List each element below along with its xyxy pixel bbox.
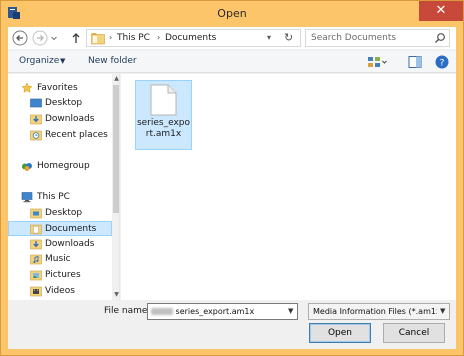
file-name-value: series_export.am1x (151, 307, 254, 316)
sidebar-item-label: Favorites (37, 83, 78, 93)
title-bar[interactable]: Open ✕ (1, 1, 463, 27)
downloads-icon (30, 114, 42, 125)
scrollbar-thumb[interactable] (113, 85, 119, 213)
sidebar-item-this-pc-downloads[interactable]: Downloads (8, 237, 112, 252)
desktop-icon (30, 98, 42, 108)
open-button[interactable]: Open (309, 323, 371, 343)
sidebar-item-music[interactable]: Music (8, 252, 112, 267)
file-type-select[interactable]: Media Information Files (*.am1x) ▼ (308, 303, 450, 320)
dialog-footer: File name: series_export.am1x ▼ Media In… (8, 301, 456, 349)
file-type-value: Media Information Files (*.am1x) (313, 307, 437, 316)
file-name-line-2: rt.am1x (145, 129, 182, 139)
svg-text:?: ? (440, 59, 445, 69)
chevron-down-icon[interactable]: ▼ (288, 307, 293, 315)
scroll-down-icon[interactable]: ▼ (112, 290, 119, 300)
breadcrumb-this-pc[interactable]: This PC (117, 33, 150, 43)
command-bar: Organize ▼ New folder ? (8, 51, 456, 73)
navigation-pane: Favorites Desktop Downloads Recent place… (8, 74, 120, 300)
recent-locations-chevron-icon[interactable] (50, 30, 58, 46)
sidebar-item-label: This PC (37, 192, 70, 202)
chevron-down-icon[interactable]: ▼ (60, 57, 65, 65)
new-folder-button[interactable]: New folder (88, 56, 137, 66)
refresh-icon[interactable]: ↻ (284, 31, 293, 44)
downloads-icon (30, 239, 42, 250)
arrow-left-icon[interactable] (12, 30, 28, 46)
close-button[interactable]: ✕ (419, 1, 463, 21)
view-options-icon[interactable] (366, 54, 388, 70)
file-name: series_expo rt.am1x (136, 118, 191, 140)
preview-pane-icon[interactable] (407, 54, 423, 70)
computer-icon (21, 192, 33, 203)
sidebar-item-label: Desktop (45, 208, 83, 218)
file-item[interactable]: series_expo rt.am1x (135, 80, 192, 150)
sidebar-item-favorites[interactable]: Favorites (8, 81, 112, 96)
cancel-button[interactable]: Cancel (383, 323, 445, 343)
sidebar-item-label: Recent places (45, 130, 108, 140)
sidebar-item-this-pc[interactable]: This PC (8, 190, 112, 205)
sidebar-item-documents[interactable]: Documents (8, 221, 112, 236)
sidebar-item-label: Documents (45, 224, 97, 234)
desktop-icon (30, 208, 42, 219)
sidebar-item-this-pc-desktop[interactable]: Desktop (8, 206, 112, 221)
recent-places-icon (30, 130, 42, 141)
sidebar-item-label: Pictures (45, 270, 81, 280)
sidebar-item-downloads[interactable]: Downloads (8, 112, 112, 127)
documents-icon (30, 224, 42, 235)
sidebar-item-label: Downloads (45, 114, 95, 124)
search-input[interactable]: Search Documents (311, 33, 396, 43)
address-bar[interactable]: › This PC › Documents ▾ ↻ (86, 29, 301, 47)
pictures-icon (30, 270, 42, 281)
chevron-down-icon[interactable]: ▾ (267, 33, 271, 42)
sidebar-item-homegroup[interactable]: Homegroup (8, 159, 112, 174)
videos-icon (30, 286, 42, 297)
sidebar-item-desktop[interactable]: Desktop (8, 96, 112, 111)
organize-button[interactable]: Organize (19, 56, 59, 66)
sidebar-item-label: Homegroup (37, 161, 90, 171)
chevron-down-icon[interactable]: ▼ (440, 307, 445, 315)
sidebar-item-label: Downloads (45, 239, 95, 249)
file-icon (150, 84, 177, 116)
file-name-text: series_export.am1x (175, 307, 255, 316)
open-dialog: Open ✕ › This PC › Documents ▾ ↻ Search … (0, 0, 464, 356)
scroll-up-icon[interactable]: ▲ (112, 74, 119, 84)
breadcrumb-separator-icon[interactable]: › (157, 33, 160, 42)
search-icon[interactable] (434, 32, 446, 44)
sidebar-item-label: Music (45, 254, 71, 264)
file-name-line-1: series_expo (136, 118, 191, 128)
music-icon (30, 254, 42, 265)
file-name-label: File name: (104, 306, 151, 316)
sidebar-item-recent-places[interactable]: Recent places (8, 128, 112, 143)
help-icon[interactable]: ? (434, 54, 450, 70)
folder-icon (91, 33, 105, 45)
navigation-bar: › This PC › Documents ▾ ↻ Search Documen… (8, 27, 456, 49)
search-box[interactable]: Search Documents (305, 29, 450, 47)
navigation-scrollbar[interactable]: ▲ ▼ (112, 74, 119, 300)
arrow-right-icon[interactable] (32, 30, 48, 46)
star-icon (21, 82, 33, 93)
breadcrumb-documents[interactable]: Documents (165, 33, 216, 43)
file-list[interactable]: series_expo rt.am1x (121, 74, 456, 300)
homegroup-icon (22, 163, 32, 171)
file-name-field[interactable]: series_export.am1x ▼ (147, 303, 298, 320)
sidebar-item-pictures[interactable]: Pictures (8, 268, 112, 283)
window-title: Open (217, 7, 247, 20)
sidebar-item-label: Desktop (45, 98, 83, 108)
arrow-up-icon[interactable] (68, 30, 84, 46)
sidebar-item-label: Videos (45, 286, 75, 296)
breadcrumb-separator-icon[interactable]: › (109, 33, 112, 42)
dialog-client: › This PC › Documents ▾ ↻ Search Documen… (8, 27, 456, 349)
redacted-text (151, 308, 173, 315)
sidebar-item-videos[interactable]: Videos (8, 284, 112, 299)
